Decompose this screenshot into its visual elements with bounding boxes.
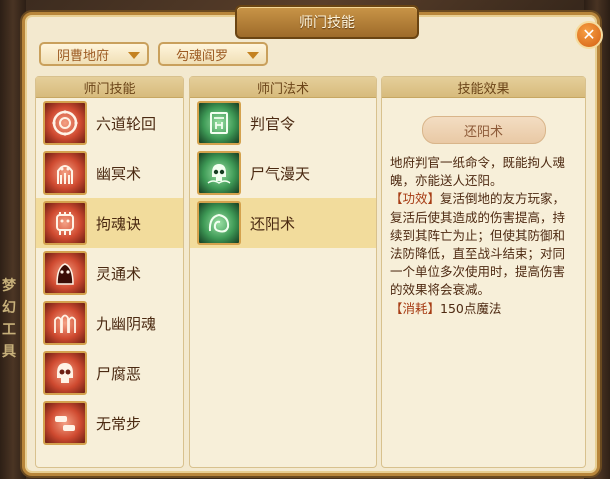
cost-tag: 【消耗】: [390, 300, 441, 316]
cost-text: 150点魔法: [440, 300, 502, 316]
close-icon: ✕: [582, 25, 596, 44]
skill-label: 无常步: [96, 414, 142, 433]
chevron-down-icon: [128, 52, 140, 59]
master-dropdown[interactable]: 勾魂阎罗: [158, 42, 268, 66]
wheel-icon: [43, 101, 87, 145]
spell-item-huanyang[interactable]: 还阳术: [190, 198, 376, 248]
skill-item-jiuyou[interactable]: 九幽阴魂: [36, 298, 183, 348]
skill-item-wuchang[interactable]: 无常步: [36, 398, 183, 448]
effect-description: 地府判官一纸命令，既能拘人魂魄，亦能送人还阳。 【功效】复活倒地的友方玩家，复活…: [382, 144, 585, 318]
school-dropdown[interactable]: 阴曹地府: [39, 42, 149, 66]
skill-item-lingtong[interactable]: 灵通术: [36, 248, 183, 298]
background-sign: 梦 幻 工 具: [2, 275, 22, 363]
ghost-hands-icon: [43, 151, 87, 195]
spells-panel-header: 师门法术: [190, 77, 376, 98]
chevron-down-icon: [247, 52, 259, 59]
background-sign-char: 梦: [2, 278, 16, 294]
skills-panel: 师门技能 六道轮回 幽冥术 拘魂诀 灵通术 九幽阴魂 尸腐恶 无常步: [35, 76, 184, 468]
footsteps-icon: [43, 401, 87, 445]
effect-panel-header: 技能效果: [382, 77, 585, 98]
effect-panel: 技能效果 还阳术 地府判官一纸命令，既能拘人魂魄，亦能送人还阳。 【功效】复活倒…: [381, 76, 586, 468]
effect-text: 复活倒地的友方玩家，复活后使其造成的伤害提高，持续到其阵亡为止；但使其防御和法防…: [390, 191, 566, 298]
school-dropdown-value: 阴曹地府: [57, 48, 110, 64]
tablet-icon: [197, 101, 241, 145]
skills-panel-header: 师门技能: [36, 77, 183, 98]
window-title: 师门技能: [299, 15, 355, 31]
spell-label: 还阳术: [250, 214, 296, 233]
claw-icon: [43, 201, 87, 245]
effect-tag: 【功效】: [390, 191, 441, 207]
effect-cost: 【消耗】150点魔法: [390, 300, 576, 318]
spell-item-shiqi[interactable]: 尸气漫天: [190, 148, 376, 198]
skill-item-liudao[interactable]: 六道轮回: [36, 98, 183, 148]
spell-label: 判官令: [250, 114, 296, 133]
background-sign-char: 工: [2, 322, 16, 338]
effect-detail: 【功效】复活倒地的友方玩家，复活后使其造成的伤害提高，持续到其阵亡为止；但使其防…: [390, 190, 576, 299]
school-skills-window: 师门技能 ✕ 阴曹地府 勾魂阎罗 师门技能 六道轮回 幽冥术 拘魂诀 灵通术 九…: [22, 5, 603, 476]
master-dropdown-value: 勾魂阎罗: [176, 48, 229, 64]
skill-label: 拘魂诀: [96, 214, 142, 233]
effect-intro: 地府判官一纸命令，既能拘人魂魄，亦能送人还阳。: [390, 155, 566, 189]
window-title-bar: 师门技能: [235, 5, 419, 39]
skill-label: 六道轮回: [96, 114, 157, 133]
spell-item-panguan[interactable]: 判官令: [190, 98, 376, 148]
close-button[interactable]: ✕: [575, 21, 603, 49]
skull-icon: [43, 351, 87, 395]
skill-label: 幽冥术: [96, 164, 142, 183]
revive-icon: [197, 201, 241, 245]
skill-item-juhun[interactable]: 拘魂诀: [36, 198, 183, 248]
skill-item-youming[interactable]: 幽冥术: [36, 148, 183, 198]
background-sign-char: 具: [2, 344, 16, 360]
spirit-icon: [43, 251, 87, 295]
background-sign-char: 幻: [2, 300, 16, 316]
skill-label: 灵通术: [96, 264, 142, 283]
spell-label: 尸气漫天: [250, 164, 311, 183]
skill-item-shifu[interactable]: 尸腐恶: [36, 348, 183, 398]
spells-panel: 师门法术 判官令 尸气漫天 还阳术: [189, 76, 377, 468]
skill-label: 九幽阴魂: [96, 314, 157, 333]
skull-cloud-icon: [197, 151, 241, 195]
souls-icon: [43, 301, 87, 345]
effect-skill-name: 还阳术: [421, 116, 546, 144]
skill-label: 尸腐恶: [96, 364, 142, 383]
